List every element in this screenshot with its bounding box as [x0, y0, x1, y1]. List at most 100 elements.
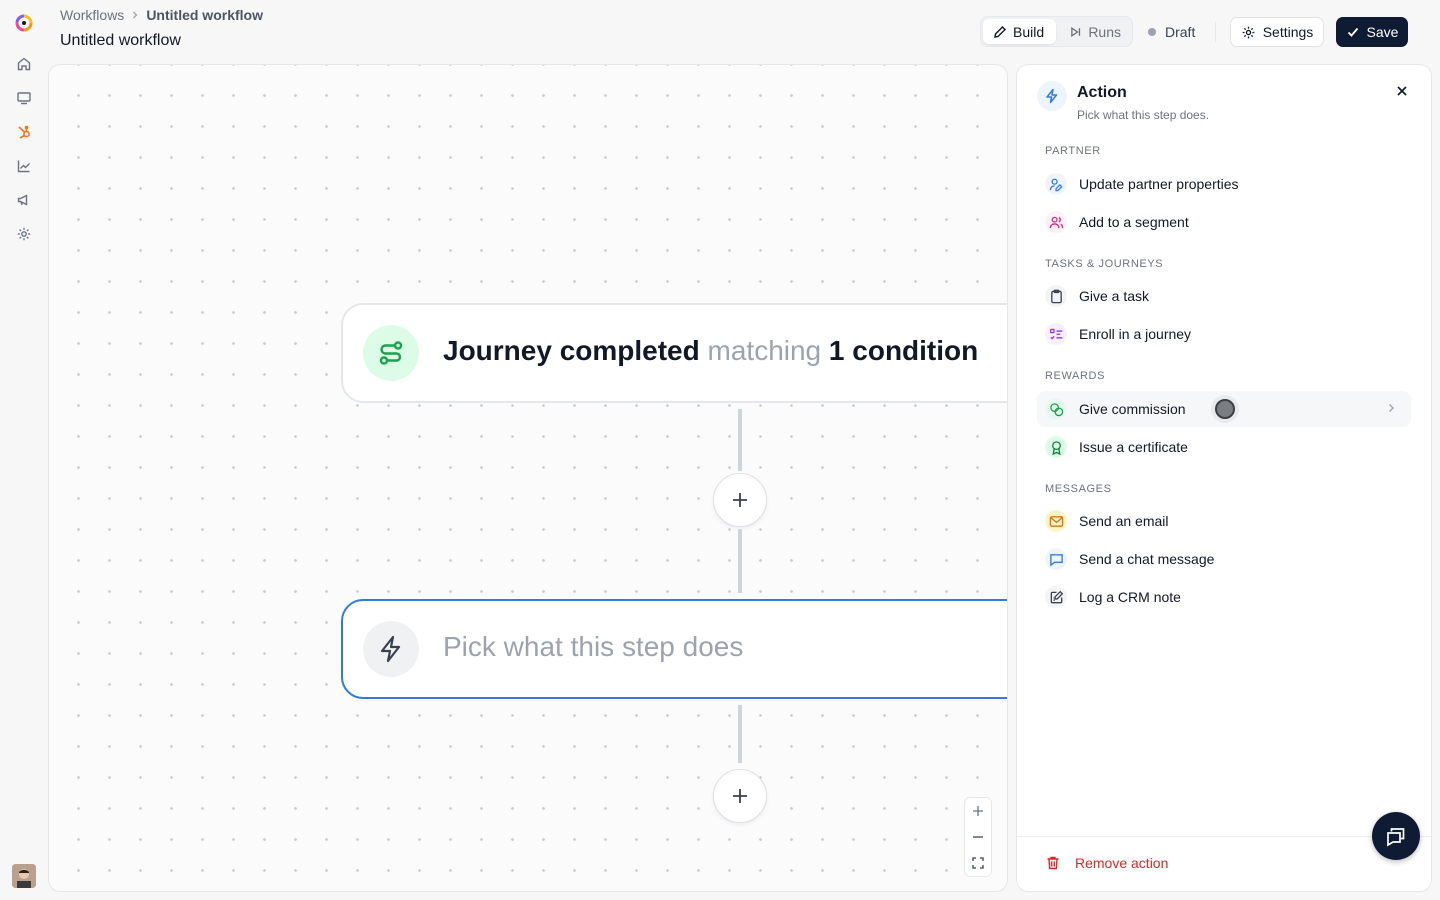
action-panel: Action Pick what this step does. PARTNER… [1016, 64, 1432, 892]
panel-subtitle: Pick what this step does. [1077, 108, 1210, 122]
action-item-label: Send a chat message [1079, 551, 1215, 567]
panel-title: Action [1077, 84, 1127, 101]
lightning-icon [363, 621, 419, 677]
note-edit-icon [1045, 586, 1067, 608]
action-item-label: Log a CRM note [1079, 589, 1181, 605]
trigger-summary: Journey completed matching 1 condition [443, 335, 978, 367]
chart-icon[interactable] [16, 158, 32, 174]
action-item-issue-certificate[interactable]: Issue a certificate [1037, 429, 1411, 465]
trigger-connector: matching [707, 335, 822, 366]
trash-icon [1047, 856, 1059, 870]
action-item-give-commission[interactable]: Give commission [1037, 391, 1411, 427]
home-icon[interactable] [16, 56, 32, 72]
action-item-label: Update partner properties [1079, 176, 1239, 192]
plus-icon [733, 789, 747, 803]
coins-icon [1045, 398, 1067, 420]
page-title[interactable]: Untitled workflow [60, 32, 181, 50]
remove-action-button[interactable]: Remove action [1045, 855, 1168, 871]
gear-icon[interactable] [16, 226, 32, 242]
chat-support-button[interactable] [1372, 812, 1420, 860]
action-item-send-chat-message[interactable]: Send a chat message [1037, 541, 1411, 577]
action-item-update-partner-properties[interactable]: Update partner properties [1037, 166, 1411, 202]
check-icon [1347, 27, 1358, 37]
connector-line [738, 529, 742, 593]
megaphone-icon[interactable] [16, 192, 32, 208]
action-placeholder: Pick what this step does [443, 631, 744, 662]
chat-bubble-icon [1045, 548, 1067, 570]
clipboard-icon [1045, 285, 1067, 307]
view-switcher: Build Runs [980, 16, 1133, 47]
trigger-condition[interactable]: 1 condition [829, 335, 978, 366]
divider [1017, 836, 1431, 837]
award-icon [1045, 436, 1067, 458]
lightning-icon [1037, 81, 1067, 111]
breadcrumb-current: Untitled workflow [146, 7, 263, 23]
chevron-right-icon [1389, 404, 1394, 412]
section-label-partner: PARTNER [1045, 145, 1101, 157]
tab-build[interactable]: Build [983, 19, 1056, 44]
status-dot-icon [1148, 27, 1156, 36]
hubspot-icon[interactable] [16, 124, 32, 140]
gear-icon [1242, 26, 1255, 38]
close-icon [1397, 86, 1407, 96]
save-label: Save [1366, 24, 1399, 40]
close-button[interactable] [1393, 82, 1411, 100]
avatar[interactable] [12, 864, 36, 888]
action-item-log-crm-note[interactable]: Log a CRM note [1037, 579, 1411, 615]
add-step-button[interactable] [713, 769, 767, 823]
tab-build-label: Build [1013, 23, 1045, 40]
route-icon [363, 325, 419, 381]
tab-runs-label: Runs [1088, 23, 1121, 40]
mail-icon [1045, 510, 1067, 532]
fit-view-button[interactable] [965, 850, 991, 876]
connector-line [738, 705, 742, 763]
action-item-label: Add to a segment [1079, 214, 1189, 230]
chat-icon [1387, 828, 1405, 847]
checklist-icon [1045, 323, 1067, 345]
action-item-add-to-segment[interactable]: Add to a segment [1037, 204, 1411, 240]
chevron-right-icon [133, 11, 138, 19]
workflow-canvas[interactable]: Journey completed matching 1 condition P… [48, 64, 1008, 892]
action-item-label: Give commission [1079, 401, 1186, 417]
action-node[interactable]: Pick what this step does [341, 599, 1007, 699]
left-rail [0, 0, 48, 900]
action-item-label: Give a task [1079, 288, 1150, 304]
action-item-label: Issue a certificate [1079, 439, 1188, 455]
plus-icon [973, 806, 983, 816]
action-item-label: Send an email [1079, 513, 1169, 529]
zoom-out-button[interactable] [965, 824, 991, 850]
divider [1215, 22, 1216, 42]
users-icon [1045, 211, 1067, 233]
cursor-indicator [1211, 395, 1239, 423]
monitor-icon[interactable] [16, 90, 32, 106]
expand-icon [972, 857, 984, 869]
action-item-enroll-journey[interactable]: Enroll in a journey [1037, 316, 1411, 352]
settings-button[interactable]: Settings [1230, 17, 1324, 47]
minus-icon [973, 836, 983, 838]
settings-label: Settings [1262, 24, 1314, 40]
action-item-send-email[interactable]: Send an email [1037, 503, 1411, 539]
breadcrumb-root-link[interactable]: Workflows [60, 7, 124, 23]
trigger-node[interactable]: Journey completed matching 1 condition [341, 303, 1007, 403]
user-edit-icon [1045, 173, 1067, 195]
trigger-event: Journey completed [443, 335, 700, 366]
section-label-messages: MESSAGES [1045, 483, 1112, 495]
connector-line [738, 409, 742, 471]
zoom-controls [964, 797, 992, 877]
save-button[interactable]: Save [1336, 17, 1408, 47]
section-label-tasks-journeys: TASKS & JOURNEYS [1045, 258, 1164, 270]
remove-action-label: Remove action [1075, 855, 1169, 871]
action-item-label: Enroll in a journey [1079, 326, 1192, 342]
status-badge: Draft [1148, 16, 1195, 47]
action-item-give-task[interactable]: Give a task [1037, 278, 1411, 314]
play-skip-icon [1071, 26, 1081, 37]
zoom-in-button[interactable] [965, 798, 991, 824]
section-label-rewards: REWARDS [1045, 370, 1106, 382]
app-logo-icon[interactable] [12, 11, 36, 35]
tab-runs[interactable]: Runs [1059, 19, 1131, 44]
breadcrumb: Workflows Untitled workflow [60, 7, 263, 23]
add-step-button[interactable] [713, 473, 767, 527]
status-label: Draft [1165, 23, 1196, 40]
pencil-icon [994, 25, 1006, 38]
plus-icon [733, 493, 747, 507]
